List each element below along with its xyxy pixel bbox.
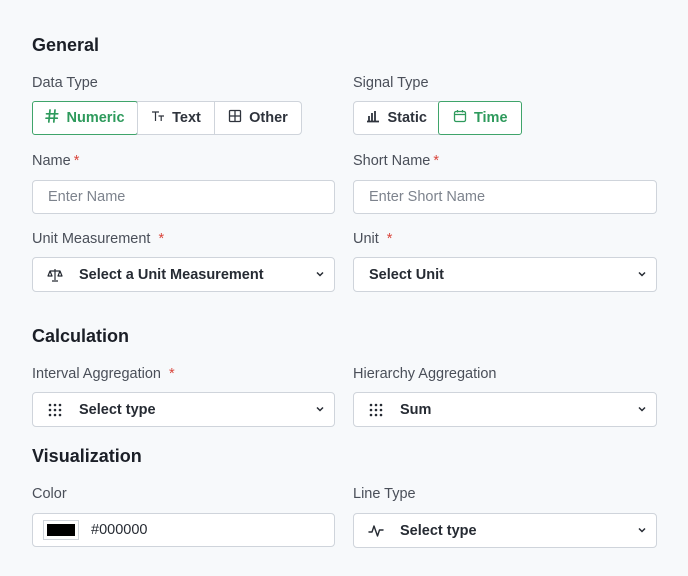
name-input[interactable]: Enter Name (32, 180, 335, 214)
color-value: #000000 (91, 522, 148, 538)
line-type-label: Line Type (353, 486, 416, 502)
line-type-value: Select type (400, 522, 477, 539)
name-label: Name * (32, 153, 80, 169)
section-title-visualization: Visualization (32, 446, 142, 466)
interval-aggregation-select[interactable]: Select type (32, 392, 335, 427)
color-swatch[interactable] (43, 520, 79, 540)
unit-select[interactable]: Select Unit (353, 257, 657, 292)
scale-icon (47, 267, 63, 283)
hash-icon (45, 109, 60, 127)
line-type-select[interactable]: Select type (353, 513, 657, 548)
data-type-label: Data Type (32, 75, 98, 91)
short-name-input-placeholder: Enter Short Name (369, 189, 486, 205)
section-title-calculation: Calculation (32, 326, 130, 346)
data-type-toggle: Numeric Text Other (32, 101, 302, 135)
signal-type-static-label: Static (387, 110, 427, 126)
calendar-icon (453, 109, 467, 127)
required-marker: * (433, 153, 440, 169)
short-name-input[interactable]: Enter Short Name (353, 180, 657, 214)
chevron-down-icon (316, 406, 324, 412)
signal-type-label: Signal Type (353, 75, 429, 91)
data-type-numeric-label: Numeric (66, 110, 125, 126)
signal-type-time-button[interactable]: Time (438, 101, 522, 135)
unit-label: Unit * (353, 231, 393, 247)
signal-type-static-button[interactable]: Static (354, 102, 439, 134)
signal-type-toggle: Static Time (353, 101, 522, 135)
chevron-down-icon (638, 406, 646, 412)
data-type-numeric-button[interactable]: Numeric (32, 101, 138, 135)
interval-aggregation-value: Select type (79, 401, 156, 418)
data-type-other-button[interactable]: Other (214, 102, 301, 134)
required-marker: * (386, 231, 393, 247)
data-type-text-label: Text (172, 110, 201, 126)
unit-measurement-label: Unit Measurement * (32, 231, 165, 247)
unit-measurement-value: Select a Unit Measurement (79, 266, 264, 283)
text-size-icon (151, 109, 165, 127)
chevron-down-icon (316, 271, 324, 277)
required-marker: * (168, 366, 175, 382)
data-type-other-label: Other (249, 110, 288, 126)
line-chart-icon (368, 523, 384, 539)
data-type-text-button[interactable]: Text (137, 102, 214, 134)
chevron-down-icon (638, 271, 646, 277)
bar-chart-icon (366, 109, 380, 127)
hierarchy-aggregation-select[interactable]: Sum (353, 392, 657, 427)
dots-grid-icon (368, 402, 384, 418)
name-input-placeholder: Enter Name (48, 189, 126, 205)
color-picker-input[interactable]: #000000 (32, 513, 335, 547)
unit-value: Select Unit (369, 266, 444, 283)
grid-icon (228, 109, 242, 127)
dots-grid-icon (47, 402, 63, 418)
interval-aggregation-label: Interval Aggregation * (32, 366, 175, 382)
hierarchy-aggregation-value: Sum (400, 401, 432, 418)
required-marker: * (73, 153, 80, 169)
section-title-general: General (32, 35, 100, 55)
chevron-down-icon (638, 527, 646, 533)
required-marker: * (158, 231, 165, 247)
unit-measurement-select[interactable]: Select a Unit Measurement (32, 257, 335, 292)
short-name-label: Short Name * (353, 153, 440, 169)
signal-type-time-label: Time (473, 110, 508, 126)
hierarchy-aggregation-label: Hierarchy Aggregation (353, 366, 497, 382)
color-label: Color (32, 486, 67, 502)
